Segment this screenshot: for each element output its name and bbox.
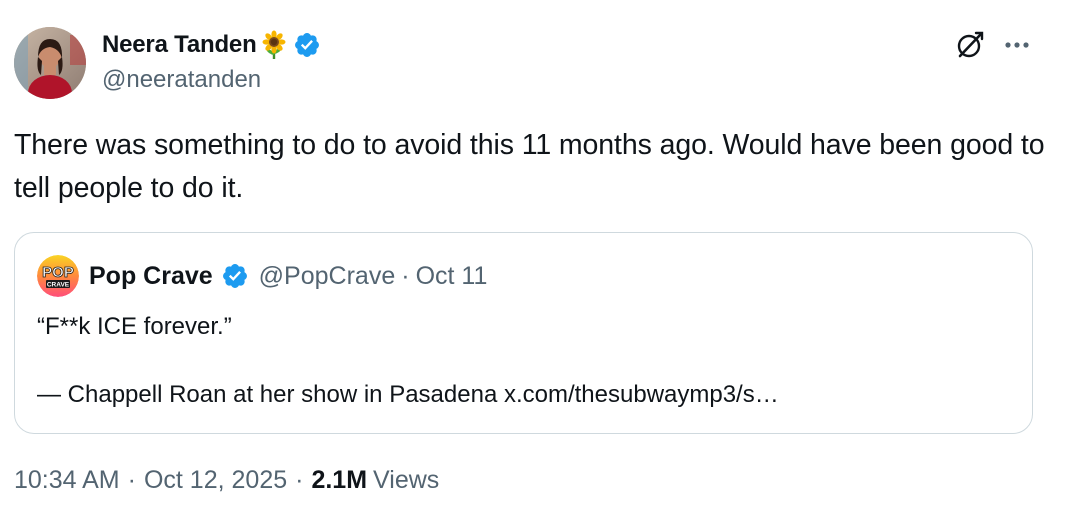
quoted-author-name: Pop Crave (89, 261, 213, 290)
author-handle[interactable]: @neeratanden (102, 66, 261, 94)
quoted-text-line-2: — Chappell Roan at her show in Pasadena … (37, 381, 779, 408)
author-name[interactable]: Neera Tanden (102, 31, 257, 59)
views-label: Views (373, 466, 440, 494)
verified-badge-icon (293, 31, 321, 59)
svg-text:CRAVE: CRAVE (47, 282, 70, 289)
tweet-date[interactable]: Oct 12, 2025 (144, 466, 287, 495)
tweet-time[interactable]: 10:34 AM (14, 466, 120, 495)
tweet-text: There was something to do to avoid this … (14, 129, 1045, 204)
quoted-text-line-1: “F**k ICE forever.” (37, 313, 232, 340)
meta-separator: · (127, 466, 136, 494)
tweet: Neera Tanden @neeratanden There was some… (0, 0, 1074, 512)
sunflower-icon (259, 30, 289, 60)
meta-separator: · (295, 466, 304, 494)
quoted-tweet-header: Pop Crave @PopCrave · Oct 11 (89, 259, 487, 293)
person-avatar-icon (14, 27, 86, 99)
author-avatar[interactable] (14, 27, 86, 99)
views-count: 2.1M (311, 466, 368, 494)
quoted-separator: · (401, 261, 410, 290)
quoted-tweet-card[interactable]: POP CRAVE Pop Crave @PopCrave · Oct 11 “… (14, 232, 1033, 434)
tweet-meta: 10:34 AM · Oct 12, 2025 · 2.1M Views (14, 466, 439, 495)
more-icon[interactable] (1000, 33, 1034, 57)
pop-crave-logo-icon: POP CRAVE (37, 255, 79, 297)
quoted-author-handle: @PopCrave (258, 261, 396, 290)
grok-icon[interactable] (954, 29, 986, 61)
author-name-row: Neera Tanden (102, 28, 321, 62)
svg-text:POP: POP (42, 264, 74, 281)
verified-badge-icon (221, 262, 249, 290)
quoted-date: Oct 11 (415, 261, 488, 290)
